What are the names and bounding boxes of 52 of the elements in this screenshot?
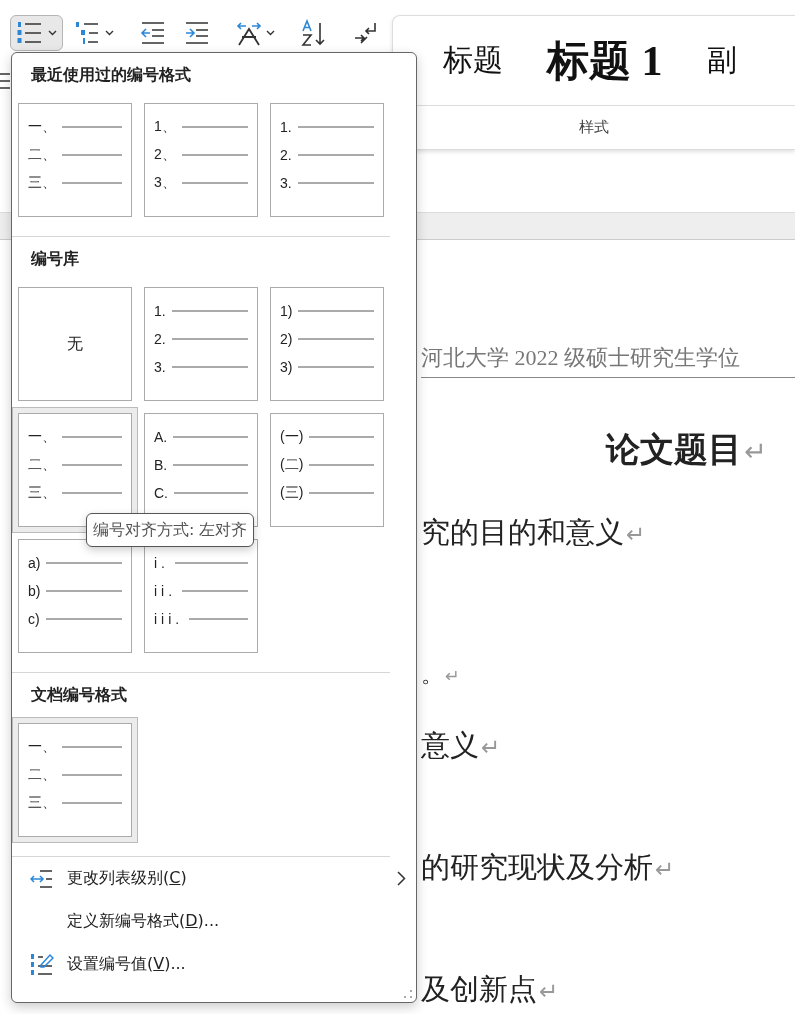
- document-title: 论文题目: [606, 429, 742, 469]
- paragraph-mark: ↵: [626, 520, 646, 547]
- list-number: a): [28, 555, 41, 571]
- list-number: 一、: [28, 118, 56, 136]
- list-number: c): [28, 611, 40, 627]
- list-number: 一、: [28, 428, 56, 446]
- list-number: ii.: [154, 583, 177, 599]
- list-number: 1): [280, 303, 293, 319]
- body-text: 。: [421, 662, 443, 687]
- list-number: (二): [280, 456, 304, 474]
- list-number: b): [28, 583, 41, 599]
- list-number: 1、: [154, 118, 176, 136]
- list-number: B.: [154, 457, 168, 473]
- list-number: 2、: [154, 146, 176, 164]
- list-number: 2.: [280, 147, 292, 163]
- list-number: C.: [154, 485, 168, 501]
- section-heading: 意义: [421, 728, 479, 762]
- paragraph-mark: ↵: [445, 666, 460, 686]
- section-heading: 编号库: [31, 248, 79, 270]
- list-number: 一、: [28, 738, 56, 756]
- section-heading: 及创新点: [421, 972, 537, 1006]
- section-heading: 文档编号格式: [31, 684, 127, 706]
- list-number: 3): [280, 359, 293, 375]
- list-number: A.: [154, 429, 168, 445]
- list-number: 3.: [154, 359, 166, 375]
- list-number: iii.: [154, 611, 184, 627]
- list-number: 三、: [28, 484, 56, 502]
- list-number: 三、: [28, 174, 56, 192]
- paragraph-mark: ↵: [655, 855, 675, 882]
- group-label: 样式: [579, 118, 609, 137]
- tooltip: 编号对齐方式: 左对齐: [86, 513, 255, 547]
- list-number: 三、: [28, 794, 56, 812]
- list-number: i.: [154, 555, 169, 571]
- list-number: 1.: [280, 119, 292, 135]
- list-number: (三): [280, 484, 304, 502]
- list-number: 1.: [154, 303, 166, 319]
- list-number: (一): [280, 428, 304, 446]
- none-label: 无: [67, 333, 83, 354]
- list-number: 二、: [28, 766, 56, 784]
- section-heading: 究的目的和意义: [421, 515, 624, 549]
- paragraph-mark: ↵: [539, 977, 559, 1004]
- list-number: 2): [280, 331, 293, 347]
- section-heading: 最近使用过的编号格式: [31, 64, 191, 86]
- list-number: 二、: [28, 456, 56, 474]
- list-number: 3.: [280, 175, 292, 191]
- paragraph-mark: ↵: [744, 436, 767, 467]
- list-number: 3、: [154, 174, 176, 192]
- section-heading: 的研究现状及分析: [421, 850, 653, 884]
- list-number: 2.: [154, 331, 166, 347]
- list-number: 二、: [28, 146, 56, 164]
- paragraph-mark: ↵: [481, 733, 501, 760]
- page-header: 河北大学 2022 级硕士研究生学位: [421, 344, 795, 378]
